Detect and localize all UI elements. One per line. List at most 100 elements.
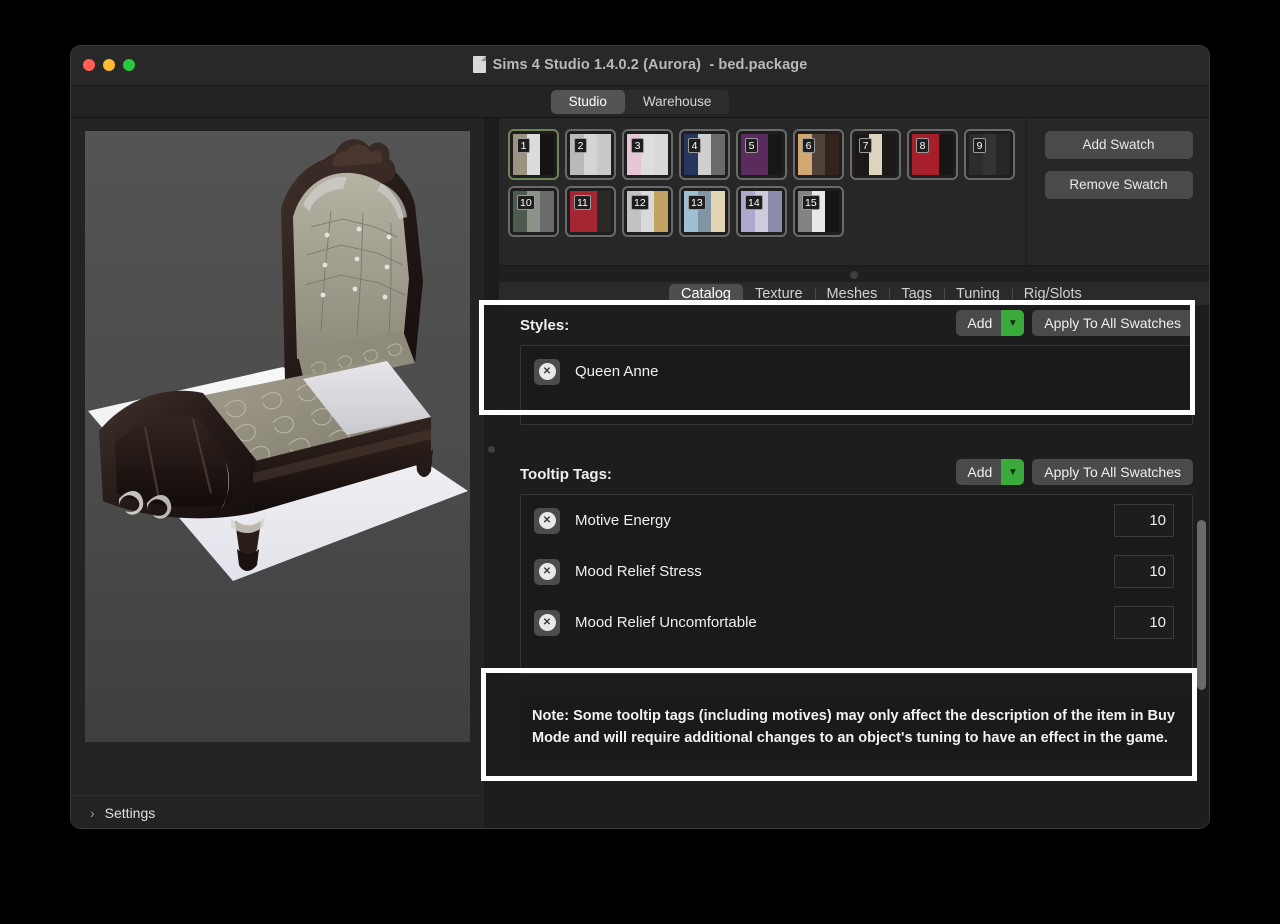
swatch-index-label: 4 — [688, 138, 701, 153]
swatch-15[interactable]: 15 — [793, 186, 844, 237]
swatch-index-label: 8 — [916, 138, 929, 153]
remove-style-button[interactable]: ✕ — [534, 358, 560, 385]
mode-tab-studio[interactable]: Studio — [550, 89, 625, 114]
swatch-index-label: 12 — [631, 195, 649, 210]
tooltip-tags-list: ✕ Motive Energy ✕ Mood Relief Stress ✕ Mood R… — [520, 494, 1193, 674]
remove-tag-button[interactable]: ✕ — [534, 558, 560, 585]
styles-actions: Add ▼ Apply To All Swatches — [956, 310, 1193, 336]
remove-tag-button[interactable]: ✕ — [534, 609, 560, 636]
tooltip-tags-apply-all-button[interactable]: Apply To All Swatches — [1032, 459, 1193, 485]
swatch-10[interactable]: 10 — [508, 186, 559, 237]
right-panel: 123456789 10 11 12 13 14 15 Add Swatch Remove… — [499, 118, 1209, 828]
swatch-index-label: 13 — [688, 195, 706, 210]
close-icon: ✕ — [538, 512, 556, 529]
tab-strip: Catalog Texture Meshes Tags Tuning Rig/S… — [499, 282, 1209, 305]
swatch-list[interactable]: 123456789 10 11 12 13 14 15 — [499, 118, 1027, 265]
swatch-13[interactable]: 13 — [679, 186, 730, 237]
tag-label: Mood Relief Uncomfortable — [575, 614, 757, 631]
tab-tuning[interactable]: Tuning — [943, 284, 1012, 305]
tab-tags[interactable]: Tags — [889, 284, 944, 305]
styles-title: Styles: — [520, 316, 570, 334]
tooltip-tags-header: Tooltip Tags: Add ▼ Apply To All Swatche… — [499, 454, 1209, 494]
tag-label: Mood Relief Stress — [575, 563, 702, 580]
swatch-index-label: 10 — [517, 195, 535, 210]
tag-label: Motive Energy — [575, 512, 671, 529]
swatch-index-label: 1 — [517, 138, 530, 153]
styles-add-label: Add — [967, 315, 993, 331]
bed-render — [88, 139, 468, 581]
tab-rig-slots[interactable]: Rig/Slots — [1011, 284, 1094, 305]
screen: Sims 4 Studio 1.4.0.2 (Aurora) - bed.pac… — [0, 0, 1280, 924]
swatch-3[interactable]: 3 — [622, 129, 673, 180]
swatch-5[interactable]: 5 — [736, 129, 787, 180]
tag-value-input[interactable] — [1114, 606, 1174, 639]
swatch-index-label: 6 — [802, 138, 815, 153]
styles-apply-all-button[interactable]: Apply To All Swatches — [1032, 310, 1193, 336]
swatch-9[interactable]: 9 — [964, 129, 1015, 180]
swatch-12[interactable]: 12 — [622, 186, 673, 237]
add-swatch-button[interactable]: Add Swatch — [1044, 131, 1193, 159]
chevron-right-icon: › — [90, 804, 95, 821]
mode-tab-warehouse[interactable]: Warehouse — [625, 90, 730, 114]
table-row[interactable]: ✕ Mood Relief Stress — [521, 546, 1192, 597]
tooltip-tags-add-button[interactable]: Add ▼ — [956, 459, 1025, 485]
horizontal-splitter[interactable] — [499, 266, 1209, 282]
swatch-7[interactable]: 7 — [850, 129, 901, 180]
tab-texture[interactable]: Texture — [743, 284, 815, 305]
tag-value-input[interactable] — [1114, 504, 1174, 537]
panel-scrollbar[interactable] — [1197, 520, 1206, 690]
window-title-text: Sims 4 Studio 1.4.0.2 (Aurora) - bed.pac… — [492, 56, 808, 73]
table-row[interactable]: ✕ Mood Relief Uncomfortable — [521, 597, 1192, 648]
swatch-index-label: 9 — [973, 138, 986, 153]
tab-catalog[interactable]: Catalog — [669, 284, 743, 305]
app-window: Sims 4 Studio 1.4.0.2 (Aurora) - bed.pac… — [71, 46, 1209, 828]
model-preview[interactable] — [85, 131, 470, 742]
document-icon — [472, 56, 486, 73]
note-text: Note: Some tooltip tags (including motiv… — [532, 708, 1175, 747]
swatch-index-label: 14 — [745, 195, 763, 210]
swatch-actions: Add Swatch Remove Swatch — [1028, 118, 1209, 265]
settings-disclosure[interactable]: › Settings — [71, 795, 484, 828]
table-row[interactable]: ✕ Motive Energy — [521, 495, 1192, 546]
splitter-grip-horizontal[interactable] — [850, 271, 858, 279]
swatch-4[interactable]: 4 — [679, 129, 730, 180]
swatch-1[interactable]: 1 — [508, 129, 559, 180]
chevron-down-icon[interactable]: ▼ — [1001, 459, 1025, 485]
mode-tab-group: Studio Warehouse — [550, 89, 730, 114]
tag-value-input[interactable] — [1114, 555, 1174, 588]
styles-header: Styles: Add ▼ Apply To All Swatches — [499, 305, 1209, 345]
swatch-index-label: 15 — [802, 195, 820, 210]
close-icon: ✕ — [538, 563, 556, 580]
swatch-14[interactable]: 14 — [736, 186, 787, 237]
styles-list: ✕ Queen Anne — [520, 345, 1193, 425]
swatch-row: 1 2 3 4 5 6 7 8 9 — [508, 129, 1026, 180]
swatch-11[interactable]: 11 — [565, 186, 616, 237]
style-label: Queen Anne — [575, 363, 659, 380]
close-icon: ✕ — [538, 363, 556, 380]
swatch-index-label: 11 — [574, 195, 591, 210]
tooltip-tags-actions: Add ▼ Apply To All Swatches — [956, 459, 1193, 485]
swatch-8[interactable]: 8 — [907, 129, 958, 180]
splitter-grip[interactable] — [488, 446, 495, 453]
swatch-index-label: 5 — [745, 138, 758, 153]
window-title: Sims 4 Studio 1.4.0.2 (Aurora) - bed.pac… — [71, 56, 1209, 73]
list-item[interactable]: ✕ Queen Anne — [521, 346, 1192, 397]
close-icon: ✕ — [538, 614, 556, 631]
swatch-row: 10 11 12 13 14 15 — [508, 186, 1026, 237]
tab-meshes[interactable]: Meshes — [814, 284, 890, 305]
window-body: › Settings 123456789 10 11 12 13 14 15 Add Sw — [71, 118, 1209, 828]
swatch-area: 123456789 10 11 12 13 14 15 Add Swatch Remove… — [499, 118, 1209, 266]
remove-tag-button[interactable]: ✕ — [534, 507, 560, 534]
swatch-index-label: 3 — [631, 138, 644, 153]
swatch-2[interactable]: 2 — [565, 129, 616, 180]
tooltip-tags-title: Tooltip Tags: — [520, 465, 612, 483]
vertical-splitter[interactable] — [484, 118, 499, 828]
note-box: Note: Some tooltip tags (including motiv… — [520, 695, 1193, 762]
settings-label: Settings — [104, 804, 156, 821]
left-panel: › Settings — [71, 118, 484, 828]
styles-add-button[interactable]: Add ▼ — [956, 310, 1025, 336]
remove-swatch-button[interactable]: Remove Swatch — [1044, 171, 1193, 199]
swatch-index-label: 7 — [859, 138, 872, 153]
swatch-6[interactable]: 6 — [793, 129, 844, 180]
chevron-down-icon[interactable]: ▼ — [1001, 310, 1025, 336]
